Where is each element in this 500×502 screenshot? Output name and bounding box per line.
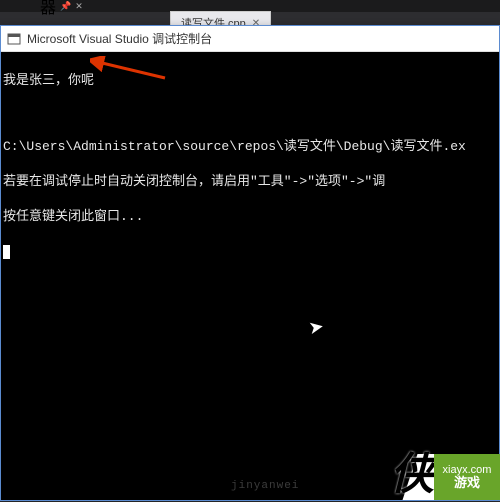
output-line: 若要在调试停止时自动关闭控制台，请启用"工具"->"选项"->"调 [3,173,497,191]
mouse-cursor-icon: ➤ [307,316,326,343]
output-line: 按任意键关闭此窗口... [3,208,497,226]
close-panel-icon[interactable]: ✕ [75,1,83,12]
pin-icon[interactable]: 📌 [60,1,71,12]
console-body[interactable]: 我是张三，你呢 C:\Users\Administrator\source\re… [1,52,499,500]
console-window: Microsoft Visual Studio 调试控制台 我是张三，你呢 C:… [0,25,500,501]
truncated-panel-label: 器 [40,0,56,18]
output-line: 我是张三，你呢 [3,72,497,90]
titlebar[interactable]: Microsoft Visual Studio 调试控制台 [1,26,499,52]
text-caret [3,245,10,259]
app-icon [7,32,21,46]
window-title: Microsoft Visual Studio 调试控制台 [27,30,212,47]
watermark-user: jinyanwei [231,479,299,494]
output-line: C:\Users\Administrator\source\repos\读写文件… [3,138,497,156]
